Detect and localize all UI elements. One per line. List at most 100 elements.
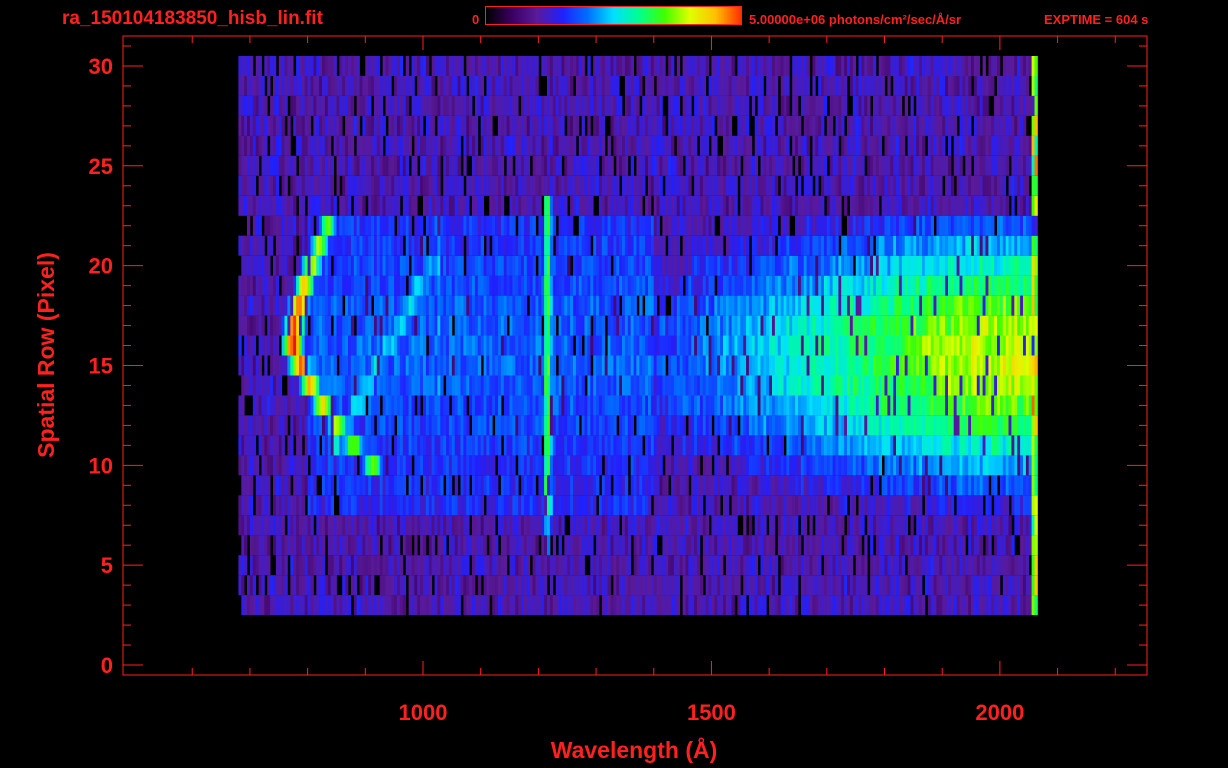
heatmap-cell	[1014, 475, 1018, 496]
heatmap-cell	[581, 415, 585, 436]
heatmap-cell	[1031, 415, 1035, 436]
heatmap-cell	[979, 495, 983, 516]
heatmap-cell	[953, 395, 957, 416]
heatmap-cell	[573, 375, 577, 396]
heatmap-cell	[573, 295, 577, 316]
heatmap-cell	[682, 395, 686, 416]
heatmap-cell	[847, 575, 851, 596]
heatmap-cell	[420, 535, 424, 556]
heatmap-cell	[417, 255, 421, 276]
heatmap-cell	[630, 395, 634, 416]
heatmap-cell	[789, 435, 793, 456]
heatmap-cell	[535, 595, 539, 616]
heatmap-cell	[714, 515, 718, 536]
heatmap-cell	[333, 435, 337, 456]
heatmap-cell	[754, 595, 758, 616]
heatmap-cell	[567, 275, 571, 296]
heatmap-cell	[1020, 355, 1024, 376]
heatmap-cell	[613, 395, 617, 416]
heatmap-cell	[890, 335, 894, 356]
heatmap-cell	[324, 275, 329, 296]
heatmap-cell	[803, 455, 807, 476]
heatmap-cell	[549, 595, 554, 616]
heatmap-cell	[916, 315, 920, 336]
heatmap-cell	[997, 495, 1001, 516]
heatmap-cell	[469, 455, 473, 476]
heatmap-cell	[538, 595, 542, 616]
heatmap-cell	[526, 595, 531, 616]
heatmap-cell	[812, 295, 816, 316]
heatmap-cell	[1034, 235, 1038, 256]
heatmap-cell	[330, 395, 334, 416]
heatmap-cell	[414, 535, 418, 556]
heatmap-cell	[379, 235, 383, 256]
heatmap-cell	[448, 435, 453, 456]
heatmap-cell	[942, 355, 946, 376]
heatmap-cell	[723, 335, 727, 356]
heatmap-cell	[907, 475, 911, 496]
heatmap-cell	[350, 355, 355, 376]
heatmap-cell	[924, 475, 929, 496]
heatmap-cell	[832, 495, 836, 516]
heatmap-cell	[339, 555, 343, 576]
heatmap-cell	[751, 375, 756, 396]
heatmap-cell	[864, 495, 868, 516]
heatmap-cell	[448, 355, 453, 376]
heatmap-cell	[731, 315, 735, 336]
heatmap-cell	[849, 515, 854, 536]
heatmap-cell	[743, 235, 747, 256]
heatmap-cell	[852, 375, 857, 396]
heatmap-cell	[330, 515, 334, 536]
heatmap-cell	[642, 415, 646, 436]
heatmap-cell	[506, 395, 510, 416]
heatmap-cell	[979, 435, 983, 456]
heatmap-cell	[440, 275, 444, 296]
heatmap-cell	[492, 435, 496, 456]
heatmap-cell	[685, 495, 689, 516]
heatmap-cell	[668, 455, 672, 476]
heatmap-cell	[489, 555, 493, 576]
heatmap-cell	[699, 435, 704, 456]
heatmap-cell	[884, 395, 888, 416]
heatmap-cell	[247, 295, 251, 316]
heatmap-cell	[466, 415, 470, 436]
heatmap-cell	[809, 255, 813, 276]
heatmap-cell	[538, 315, 542, 336]
heatmap-cell	[512, 595, 516, 616]
heatmap-cell	[803, 355, 807, 376]
heatmap-cell	[757, 255, 761, 276]
heatmap-cell	[249, 255, 254, 276]
heatmap-cell	[826, 575, 831, 596]
heatmap-cell	[359, 535, 363, 556]
heatmap-cell	[477, 555, 482, 576]
heatmap-cell	[544, 495, 548, 516]
heatmap-cell	[948, 395, 952, 416]
heatmap-cell	[515, 475, 519, 496]
heatmap-cell	[774, 275, 779, 296]
heatmap-cell	[835, 475, 839, 496]
heatmap-cell	[699, 575, 704, 596]
heatmap-cell	[991, 395, 995, 416]
heatmap-cell	[720, 395, 724, 416]
heatmap-cell	[734, 255, 738, 276]
heatmap-cell	[737, 395, 741, 416]
heatmap-cell	[324, 475, 329, 496]
heatmap-cell	[844, 495, 848, 516]
heatmap-cell	[639, 235, 643, 256]
heatmap-cell	[769, 475, 773, 496]
heatmap-cell	[402, 375, 407, 396]
heatmap-cell	[798, 395, 802, 416]
heatmap-cell	[425, 555, 430, 576]
heatmap-cell	[699, 335, 704, 356]
heatmap-cell	[440, 375, 444, 396]
heatmap-cell	[1014, 335, 1018, 356]
heatmap-cell	[454, 295, 458, 316]
heatmap-cell	[457, 255, 461, 276]
heatmap-cell	[532, 255, 536, 276]
heatmap-cell	[304, 255, 308, 276]
heatmap-cell	[322, 415, 326, 436]
heatmap-cell	[789, 475, 793, 496]
heatmap-cell	[939, 295, 943, 316]
heatmap-cell	[613, 595, 617, 616]
heatmap-cell	[936, 535, 940, 556]
